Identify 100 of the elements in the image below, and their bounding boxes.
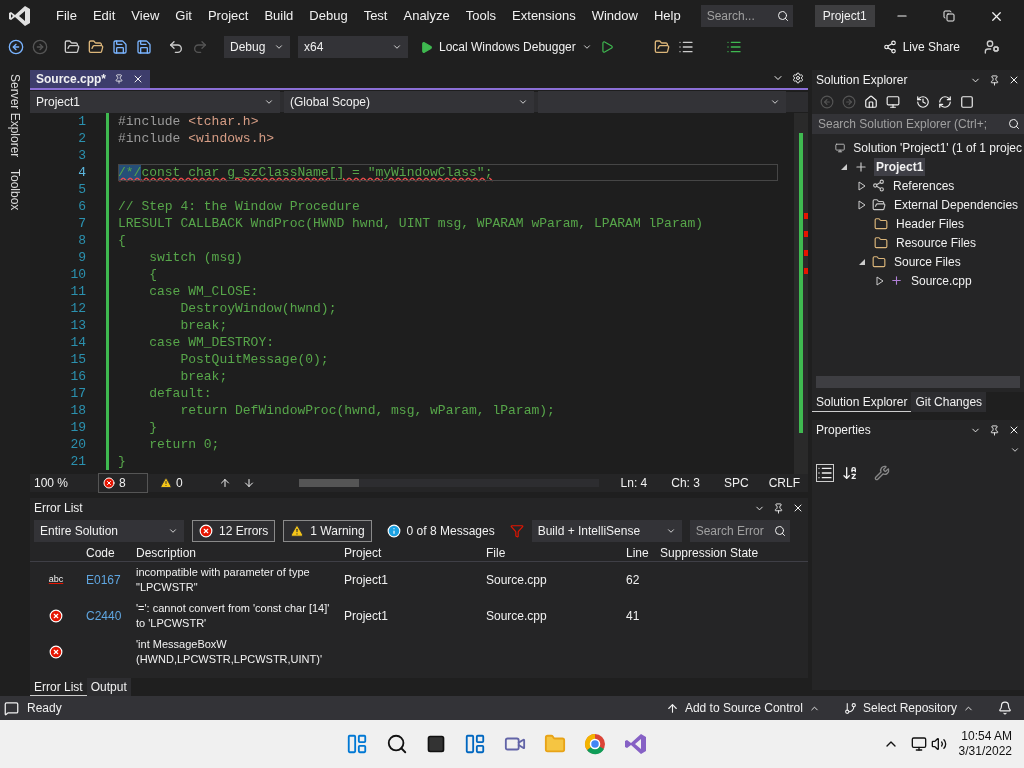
expanded-arrow-icon[interactable] (840, 162, 848, 171)
column-header[interactable]: Code (82, 544, 132, 562)
code-line: switch (msg) (148, 249, 244, 266)
project-cell-text: Project1 (343, 572, 390, 589)
file-explorer-icon (544, 733, 566, 755)
filter-toggle[interactable]: 12 Errors (192, 520, 276, 542)
search-field[interactable]: Search... (700, 5, 793, 27)
tree-item[interactable]: External Dependencies (892, 195, 1021, 214)
tree-item[interactable]: Source.cpp (909, 271, 974, 290)
notifications-icon (998, 701, 1012, 715)
previous-icon (218, 477, 231, 489)
line-number: 10 (70, 266, 86, 283)
document-tab[interactable]: Source.cpp* (30, 70, 151, 88)
source-control-button[interactable]: Add to Source Control (665, 699, 820, 717)
zoom-level[interactable]: 100 % (30, 474, 86, 492)
share-icon (882, 40, 897, 54)
code-line: break; (179, 368, 229, 385)
code-line: return DefWindowProc(hwnd, msg, wParam, lParam); (179, 402, 556, 419)
close-icon (1008, 424, 1020, 436)
menu-item[interactable]: Debug (301, 6, 356, 26)
cursor-column: Ch: 3 (671, 474, 700, 492)
cursor-line: Ln: 4 (620, 475, 648, 492)
side-tab[interactable]: Server Explorer (6, 74, 24, 158)
menu-item[interactable]: Git (167, 6, 200, 26)
menu-item[interactable]: Extensions (504, 6, 584, 26)
column-header[interactable]: File (482, 544, 622, 562)
new-project-icon (64, 39, 80, 55)
search-icon (776, 10, 789, 22)
line-number: 19 (70, 419, 86, 436)
scope-dropdown[interactable]: Entire Solution (34, 520, 184, 542)
references-icon (872, 179, 885, 192)
platform-dropdown[interactable]: x64 (298, 36, 408, 58)
filter-toggle[interactable]: 1 Warning (283, 520, 372, 542)
chevron-down-icon (168, 526, 178, 536)
search-field[interactable]: Search Error (689, 520, 790, 542)
panel-tab[interactable]: Git Changes (911, 392, 987, 412)
code-line: return 0; (148, 436, 221, 453)
repository-button[interactable]: Select Repository (843, 699, 974, 717)
warning-count[interactable]: 0 (160, 474, 183, 492)
open-folder-icon (88, 39, 104, 55)
collapsed-arrow-icon[interactable] (876, 275, 884, 286)
start-debugger-button[interactable]: Local Windows Debugger (420, 38, 592, 56)
code-line: } (118, 453, 127, 470)
output-icon (4, 700, 19, 716)
error-icon (103, 477, 115, 489)
menu-item[interactable]: Build (256, 6, 302, 26)
warning-icon (160, 477, 172, 489)
panel-title: Error List (34, 500, 83, 517)
clock-time[interactable]: 10:54 AM (961, 729, 1012, 744)
error-code[interactable]: E0167 (82, 571, 132, 589)
menu-item[interactable]: Window (583, 6, 646, 26)
pin-icon (773, 502, 784, 514)
scope-dropdown[interactable]: (Global Scope) (284, 91, 534, 113)
tree-item[interactable]: Solution 'Project1' (1 of 1 projec (851, 138, 1024, 157)
settings-icon (792, 72, 804, 84)
column-header[interactable]: Suppression State (656, 544, 786, 562)
tree-item[interactable]: References (891, 176, 957, 195)
save-icon (112, 39, 128, 55)
search-field[interactable]: Search Solution Explorer (Ctrl+; (812, 114, 1024, 134)
collapsed-arrow-icon[interactable] (858, 180, 866, 191)
tree-item[interactable]: Resource Files (894, 233, 979, 252)
folder-icon (874, 235, 888, 250)
error-code[interactable]: C2440 (82, 607, 132, 625)
layout-icon (677, 39, 694, 55)
menu-item[interactable]: Test (355, 6, 396, 26)
menu-item[interactable]: Tools (457, 6, 505, 26)
source-dropdown[interactable]: Build + IntelliSense (531, 520, 682, 542)
configuration-dropdown[interactable]: Debug (224, 36, 290, 58)
search-icon (1008, 118, 1020, 130)
menu-item[interactable]: Help (645, 6, 689, 26)
column-header[interactable]: Line (622, 544, 656, 562)
panel-tab[interactable]: Error List (30, 678, 87, 696)
expanded-arrow-icon[interactable] (858, 257, 866, 266)
menu-item[interactable]: Analyze (395, 6, 458, 26)
side-tab[interactable]: Toolbox (6, 169, 24, 211)
column-header[interactable]: Project (340, 544, 482, 562)
menu-item[interactable]: Edit (84, 6, 124, 26)
ide-logo-icon[interactable] (624, 732, 648, 756)
tree-item[interactable]: Header Files (894, 214, 967, 233)
chevron-down-icon (392, 42, 402, 52)
info-icon (386, 524, 401, 538)
project-dropdown[interactable]: Project1 (30, 91, 280, 113)
filter-toggle[interactable]: 0 of 8 Messages (379, 520, 502, 542)
undo-icon (168, 39, 184, 55)
error-count[interactable]: 8 (98, 473, 148, 493)
panel-tab[interactable]: Solution Explorer (812, 392, 912, 412)
close-icon (1008, 74, 1020, 86)
clock-date[interactable]: 3/31/2022 (958, 744, 1012, 759)
panel-tab[interactable]: Output (86, 678, 131, 696)
live-share-button[interactable]: Live Share (882, 38, 960, 56)
tree-item[interactable]: Project1 (874, 157, 926, 176)
column-header[interactable]: Description (132, 544, 340, 562)
collapsed-arrow-icon[interactable] (858, 199, 866, 210)
menu-item[interactable]: File (48, 6, 85, 26)
code-line: PostQuitMessage(0); (179, 351, 330, 368)
menu-item[interactable]: Project (199, 6, 257, 26)
panel-title: Properties (816, 422, 871, 439)
menu-item[interactable]: View (123, 6, 168, 26)
tree-item[interactable]: Source Files (892, 252, 963, 271)
code-line: break; (179, 317, 229, 334)
